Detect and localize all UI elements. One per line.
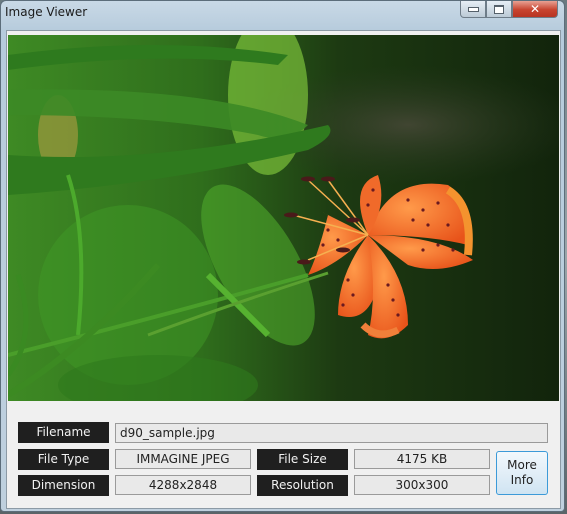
client-area: Filename d90_sample.jpg File Type IMMAGI…: [6, 30, 561, 509]
info-panel: Filename d90_sample.jpg File Type IMMAGI…: [7, 403, 560, 508]
image-viewer-window: Image Viewer ✕ Filename d90_sample.jpg F…: [0, 0, 565, 512]
more-info-line1: More: [507, 458, 537, 472]
maximize-icon: [494, 4, 504, 14]
photo-lily: [8, 35, 559, 401]
more-info-button[interactable]: More Info: [496, 451, 548, 495]
resolution-field[interactable]: 300x300: [354, 475, 490, 495]
dimension-field[interactable]: 4288x2848: [115, 475, 251, 495]
filetype-field[interactable]: IMMAGINE JPEG: [115, 449, 251, 469]
resolution-label: Resolution: [257, 475, 348, 496]
minimize-icon: [467, 6, 479, 12]
title-bar[interactable]: Image Viewer ✕: [1, 1, 564, 27]
filename-field[interactable]: d90_sample.jpg: [115, 423, 548, 443]
maximize-button[interactable]: [486, 1, 512, 18]
caption-buttons: ✕: [460, 1, 558, 19]
filesize-label: File Size: [257, 449, 348, 470]
close-button[interactable]: ✕: [512, 1, 558, 18]
filesize-field[interactable]: 4175 KB: [354, 449, 490, 469]
more-info-line2: Info: [510, 473, 534, 487]
more-info-label: More Info: [507, 458, 537, 488]
close-icon: ✕: [529, 2, 541, 16]
dimension-label: Dimension: [18, 475, 109, 496]
window-title: Image Viewer: [5, 5, 88, 19]
image-display: [8, 35, 559, 401]
filetype-label: File Type: [18, 449, 109, 470]
filename-label: Filename: [18, 422, 109, 443]
minimize-button[interactable]: [460, 1, 486, 18]
